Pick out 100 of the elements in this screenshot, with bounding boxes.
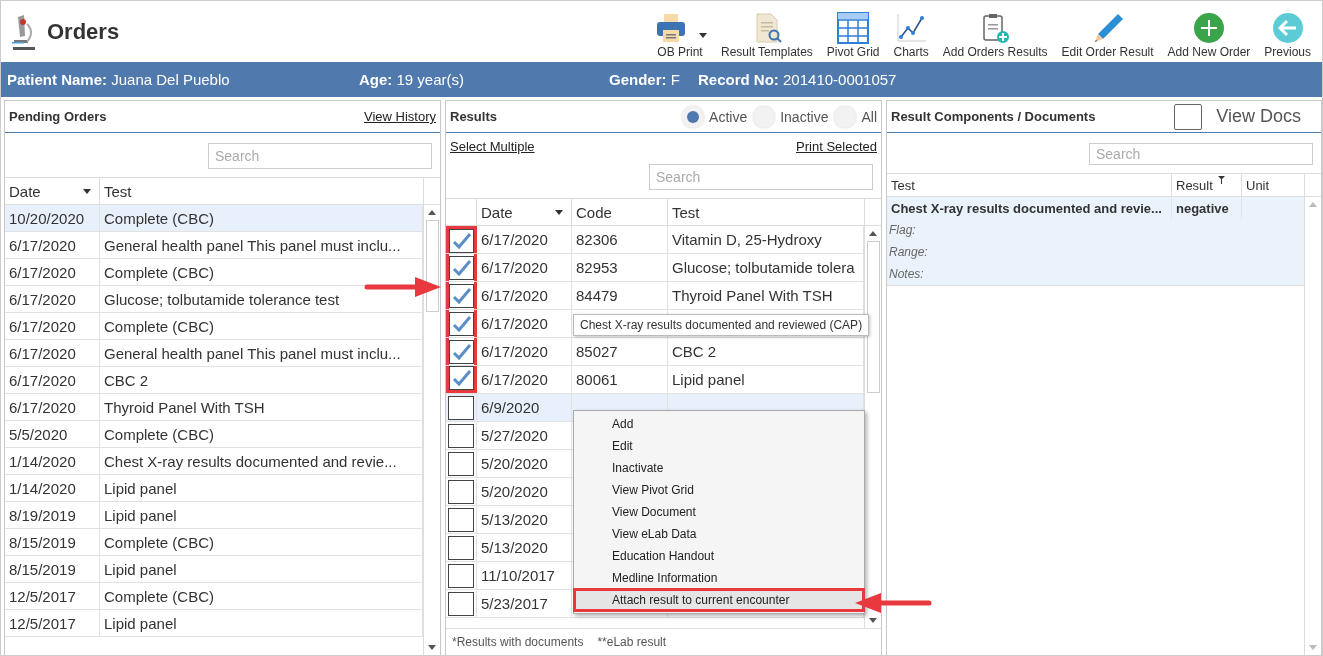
table-cell: Thyroid Panel With TSH	[672, 287, 833, 304]
menu-item[interactable]: Inactivate	[574, 457, 864, 479]
search-field[interactable]: Search	[208, 143, 432, 169]
search-field[interactable]: Search	[1089, 143, 1313, 165]
patient-field: Age: 19 year(s)	[359, 71, 609, 88]
toolbar-button[interactable]: Result Templates	[716, 7, 818, 62]
toolbar-button[interactable]: Charts	[888, 7, 934, 62]
table-cell: 8/15/2019	[5, 556, 100, 582]
menu-item[interactable]: View Document	[574, 501, 864, 523]
order-row[interactable]: 12/5/2017 Lipid panel	[5, 610, 423, 637]
checkbox[interactable]	[448, 507, 474, 532]
order-row[interactable]: 6/17/2020 General health panel This panel must inclu...	[5, 340, 423, 367]
column-header[interactable]: Unit	[1242, 174, 1305, 196]
table-cell: 6/17/2020	[5, 394, 100, 420]
table-cell: 84479	[576, 287, 618, 304]
table-cell: 1/14/2020	[5, 448, 100, 474]
table-cell: negative	[1172, 197, 1242, 219]
table-cell: 5/27/2020	[477, 422, 572, 449]
menu-item[interactable]: View eLab Data	[574, 523, 864, 545]
checkbox[interactable]	[448, 591, 474, 616]
column-header[interactable]: Result	[1172, 174, 1242, 196]
table-cell: 6/17/2020	[477, 310, 572, 337]
toolbar-button[interactable]: Pivot Grid	[821, 7, 885, 62]
order-row[interactable]: 10/20/2020 Complete (CBC)	[5, 205, 423, 232]
column-header[interactable]: Test	[668, 199, 865, 225]
table-cell: 8/15/2019	[5, 529, 100, 555]
component-row[interactable]: Chest X-ray results documented and revie... negative Flag: Range: Notes:	[887, 197, 1304, 286]
table-cell: 10/20/2020	[5, 205, 100, 231]
table-cell: Chest X-ray results documented and revie...	[887, 197, 1172, 219]
panel-title: Results	[450, 109, 497, 124]
order-row[interactable]: 6/17/2020 Thyroid Panel With TSH	[5, 394, 423, 421]
column-header[interactable]: Test	[887, 174, 1172, 196]
table-cell: 80061	[576, 371, 618, 388]
view-docs-checkbox[interactable]: View Docs	[1174, 103, 1317, 130]
search-field[interactable]: Search	[649, 164, 873, 190]
menu-item[interactable]: Edit	[574, 435, 864, 457]
menu-item[interactable]: Medline Information	[574, 567, 864, 589]
footnote: **eLab result	[597, 635, 667, 649]
table-cell: 5/20/2020	[477, 478, 572, 505]
checkbox[interactable]	[448, 563, 474, 588]
panel-title: Pending Orders	[9, 109, 107, 124]
table-cell: 6/17/2020	[477, 254, 572, 281]
sort-caret-icon	[83, 189, 91, 194]
order-row[interactable]: 5/5/2020 Complete (CBC)	[5, 421, 423, 448]
menu-item[interactable]: Education Handout	[574, 545, 864, 567]
table-cell: CBC 2	[672, 343, 717, 360]
detail-label: Flag:	[888, 222, 917, 239]
table-cell: 6/17/2020	[477, 282, 572, 309]
table-cell: 6/17/2020	[5, 232, 100, 258]
table-cell: 12/5/2017	[5, 583, 100, 609]
table-cell: 6/17/2020	[477, 338, 572, 365]
toolbar-button[interactable]: OB Print	[648, 7, 712, 62]
line-chart-icon	[895, 12, 928, 44]
result-row[interactable]: 6/17/2020 84479 Thyroid Panel With TSH	[446, 282, 864, 310]
detail-label: Notes:	[888, 266, 925, 283]
result-row[interactable]: 6/17/2020 82953 Glucose; tolbutamide tolera	[446, 254, 864, 282]
order-row[interactable]: 8/19/2019 Lipid panel	[5, 502, 423, 529]
column-header[interactable]: Test	[100, 178, 424, 204]
table-cell: 6/17/2020	[5, 340, 100, 366]
checkbox[interactable]	[448, 535, 474, 560]
toolbar-button[interactable]: Add New Order	[1162, 7, 1256, 62]
grid-icon	[837, 12, 870, 44]
table-cell: 6/17/2020	[5, 313, 100, 339]
checkbox[interactable]	[448, 423, 474, 448]
column-header[interactable]: Date	[5, 178, 100, 204]
toolbar-button[interactable]: Add Orders Results	[937, 7, 1053, 62]
menu-item[interactable]: View Pivot Grid	[574, 479, 864, 501]
column-header[interactable]: Code	[572, 199, 668, 225]
order-row[interactable]: 8/15/2019 Lipid panel	[5, 556, 423, 583]
view-history-link[interactable]: View History	[364, 109, 436, 124]
sort-caret-icon	[555, 210, 563, 215]
table-cell: Glucose; tolbutamide tolera	[672, 259, 855, 276]
patient-field: Patient Name: Juana Del Pueblo	[7, 71, 359, 88]
checkbox[interactable]	[448, 395, 474, 420]
order-row[interactable]: 6/17/2020 CBC 2	[5, 367, 423, 394]
order-row[interactable]: 6/17/2020 Complete (CBC)	[5, 313, 423, 340]
order-row[interactable]: 6/17/2020 General health panel This panel must inclu...	[5, 232, 423, 259]
toolbar-button[interactable]: Previous	[1259, 7, 1316, 62]
order-row[interactable]: 8/15/2019 Complete (CBC)	[5, 529, 423, 556]
patient-field: Record No: 201410-0001057	[698, 71, 897, 88]
toolbar-button[interactable]: Edit Order Result	[1056, 7, 1159, 62]
footnote: *Results with documents	[452, 635, 584, 649]
menu-item[interactable]: Attach result to current encounter	[574, 589, 864, 611]
print-selected-link[interactable]: Print Selected	[796, 139, 877, 154]
table-cell: 1/14/2020	[5, 475, 100, 501]
order-row[interactable]: 1/14/2020 Chest X-ray results documented and revie...	[5, 448, 423, 475]
scrollbar[interactable]	[423, 205, 440, 655]
table-cell: 12/5/2017	[5, 610, 100, 636]
filter-radio[interactable]: Inactive	[753, 105, 829, 128]
order-row[interactable]: 1/14/2020 Lipid panel	[5, 475, 423, 502]
filter-radio[interactable]: Active	[682, 105, 748, 128]
order-row[interactable]: 12/5/2017 Complete (CBC)	[5, 583, 423, 610]
filter-icon	[1218, 176, 1225, 184]
table-cell: 6/17/2020	[5, 367, 100, 393]
result-row[interactable]: 6/17/2020 82306 Vitamin D, 25-Hydroxy	[446, 226, 864, 254]
select-multiple-link[interactable]: Select Multiple	[450, 139, 535, 154]
checkbox[interactable]	[448, 479, 474, 504]
column-header[interactable]: Date	[477, 199, 572, 225]
checkbox[interactable]	[448, 451, 474, 476]
table-cell: 6/17/2020	[5, 286, 100, 312]
